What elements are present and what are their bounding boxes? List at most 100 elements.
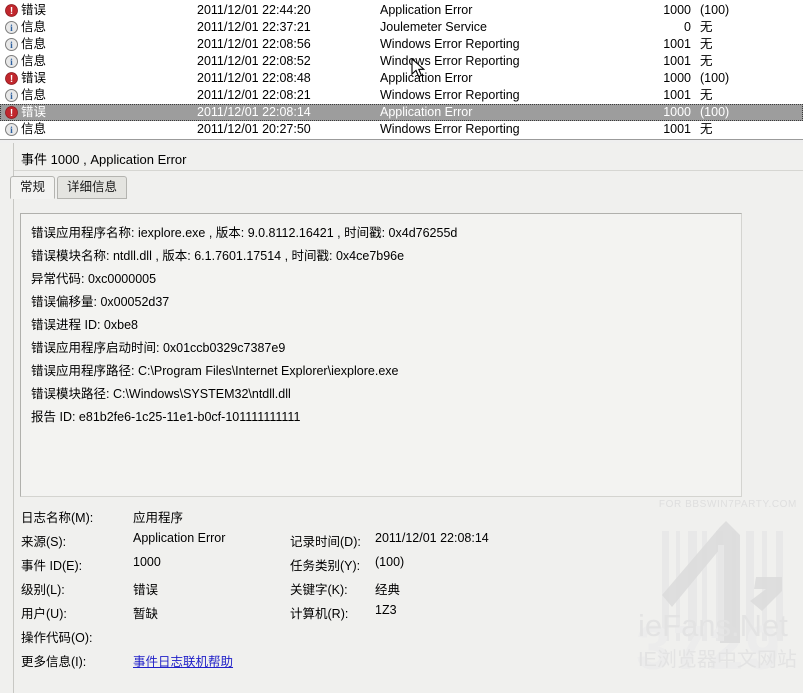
event-description-box[interactable]: 错误应用程序名称: iexplore.exe , 版本: 9.0.8112.16… xyxy=(20,213,742,497)
table-row[interactable]: ! 错误 2011/12/01 22:44:20 Application Error 1… xyxy=(0,2,803,19)
tab-general[interactable]: 常规 xyxy=(10,176,55,199)
event-level-cell: 信息 xyxy=(21,121,46,138)
level-label: 级别(L): xyxy=(21,579,65,598)
description-line: 错误模块路径: C:\Windows\SYSTEM32\ntdll.dll xyxy=(31,383,291,402)
event-detail-pane: 事件 1000 , Application Error 常规 详细信息 错误应用… xyxy=(0,143,803,693)
event-source-cell: Application Error xyxy=(380,2,472,19)
description-line: 错误应用程序启动时间: 0x01ccb0329c7387e9 xyxy=(31,337,285,356)
tab-details[interactable]: 详细信息 xyxy=(57,176,127,199)
event-level-cell: 错误 xyxy=(21,70,46,87)
svg-text:i: i xyxy=(10,41,13,51)
task-category-value: (100) xyxy=(375,555,404,569)
table-row[interactable]: i 信息 2011/12/01 22:08:52 Windows Error Repo… xyxy=(0,53,803,70)
computer-value: 1Z3 xyxy=(375,603,397,617)
event-source-cell: Windows Error Reporting xyxy=(380,121,520,138)
event-datetime-cell: 2011/12/01 22:08:56 xyxy=(197,36,311,53)
event-id-cell: 0 xyxy=(600,19,691,36)
description-line: 错误模块名称: ntdll.dll , 版本: 6.1.7601.17514 ,… xyxy=(31,245,404,264)
error-icon: ! xyxy=(5,72,18,85)
svg-text:i: i xyxy=(10,58,13,68)
description-line: 错误应用程序路径: C:\Program Files\Internet Expl… xyxy=(31,360,398,379)
keywords-label: 关键字(K): xyxy=(290,579,348,598)
error-icon: ! xyxy=(5,106,18,119)
user-label: 用户(U): xyxy=(21,603,67,622)
event-list[interactable]: ! 错误 2011/12/01 22:44:20 Application Error 1… xyxy=(0,0,803,139)
table-row[interactable]: ! 错误 2011/12/01 22:08:48 Application Error 1… xyxy=(0,70,803,87)
heading-divider xyxy=(14,170,803,171)
event-log-help-link[interactable]: 事件日志联机帮助 xyxy=(133,651,233,670)
description-line: 异常代码: 0xc0000005 xyxy=(31,268,156,287)
event-datetime-cell: 2011/12/01 22:08:21 xyxy=(197,87,311,104)
event-task-category-cell: 无 xyxy=(700,19,713,36)
event-task-category-cell: 无 xyxy=(700,53,713,70)
event-id-cell: 1000 xyxy=(600,2,691,19)
event-level-cell: 信息 xyxy=(21,87,46,104)
svg-text:!: ! xyxy=(10,6,13,17)
svg-text:i: i xyxy=(10,92,13,102)
logged-label: 记录时间(D): xyxy=(290,531,361,550)
event-level-cell: 错误 xyxy=(21,104,46,121)
svg-text:!: ! xyxy=(10,108,13,119)
information-icon: i xyxy=(5,55,18,68)
event-level-cell: 信息 xyxy=(21,53,46,70)
event-task-category-cell: (100) xyxy=(700,70,729,87)
event-datetime-cell: 2011/12/01 22:37:21 xyxy=(197,19,311,36)
svg-text:!: ! xyxy=(10,74,13,85)
keywords-value: 经典 xyxy=(375,579,400,598)
event-properties-grid: 日志名称(M): 应用程序 来源(S): Application Error 记… xyxy=(0,507,803,687)
table-row[interactable]: i 信息 2011/12/01 22:37:21 Joulemeter Service… xyxy=(0,19,803,36)
svg-text:i: i xyxy=(10,126,13,136)
event-datetime-cell: 2011/12/01 20:27:50 xyxy=(197,121,311,138)
event-datetime-cell: 2011/12/01 22:08:48 xyxy=(197,70,311,87)
source-label: 来源(S): xyxy=(21,531,66,550)
description-line: 报告 ID: e81b2fe6-1c25-11e1-b0cf-101111111… xyxy=(31,406,300,425)
description-line: 错误进程 ID: 0xbe8 xyxy=(31,314,138,333)
table-row[interactable]: i 信息 2011/12/01 22:08:21 Windows Error Repo… xyxy=(0,87,803,104)
log-name-label: 日志名称(M): xyxy=(21,507,93,526)
table-row[interactable]: i信息2011/12/01 22:08:56Windows Error Repo… xyxy=(0,36,803,53)
computer-label: 计算机(R): xyxy=(290,603,348,622)
event-id-cell: 1001 xyxy=(600,53,691,70)
event-task-category-cell: 无 xyxy=(700,87,713,104)
event-id-cell: 1001 xyxy=(600,36,691,53)
event-level-cell: 错误 xyxy=(21,2,46,19)
information-icon: i xyxy=(5,38,18,51)
description-line: 错误应用程序名称: iexplore.exe , 版本: 9.0.8112.16… xyxy=(31,222,457,241)
task-category-label: 任务类别(Y): xyxy=(290,555,360,574)
event-source-cell: Windows Error Reporting xyxy=(380,53,520,70)
information-icon: i xyxy=(5,123,18,136)
event-source-cell: Application Error xyxy=(380,70,472,87)
event-heading: 事件 1000 , Application Error xyxy=(21,149,186,168)
information-icon: i xyxy=(5,21,18,34)
log-name-value: 应用程序 xyxy=(133,507,183,526)
more-info-label: 更多信息(I): xyxy=(21,651,86,670)
event-task-category-cell: 无 xyxy=(700,36,713,53)
svg-text:i: i xyxy=(10,24,13,34)
source-value: Application Error xyxy=(133,531,225,545)
event-task-category-cell: (100) xyxy=(700,104,729,121)
logged-value: 2011/12/01 22:08:14 xyxy=(375,531,489,545)
event-id-value: 1000 xyxy=(133,555,161,569)
table-row[interactable]: i 信息 2011/12/01 20:27:50 Windows Error Repo… xyxy=(0,121,803,138)
event-datetime-cell: 2011/12/01 22:08:14 xyxy=(197,104,311,121)
event-id-cell: 1001 xyxy=(600,87,691,104)
level-value: 错误 xyxy=(133,579,158,598)
event-task-category-cell: (100) xyxy=(700,2,729,19)
event-level-cell: 信息 xyxy=(21,19,46,36)
event-id-cell: 1001 xyxy=(600,121,691,138)
user-value: 暂缺 xyxy=(133,603,158,622)
event-source-cell: Application Error xyxy=(380,104,472,121)
event-datetime-cell: 2011/12/01 22:08:52 xyxy=(197,53,311,70)
event-id-cell: 1000 xyxy=(600,70,691,87)
error-icon: ! xyxy=(5,4,18,17)
event-datetime-cell: 2011/12/01 22:44:20 xyxy=(197,2,311,19)
event-source-cell: Joulemeter Service xyxy=(380,19,487,36)
event-id-cell: 1000 xyxy=(600,104,691,121)
table-row[interactable]: ! 错误 2011/12/01 22:08:14 Application Error 1… xyxy=(0,104,803,121)
event-source-cell: Windows Error Reporting xyxy=(380,87,520,104)
event-id-label: 事件 ID(E): xyxy=(21,555,82,574)
description-line: 错误偏移量: 0x00052d37 xyxy=(31,291,169,310)
event-source-cell: Windows Error Reporting xyxy=(380,36,520,53)
opcode-label: 操作代码(O): xyxy=(21,627,93,646)
information-icon: i xyxy=(5,89,18,102)
